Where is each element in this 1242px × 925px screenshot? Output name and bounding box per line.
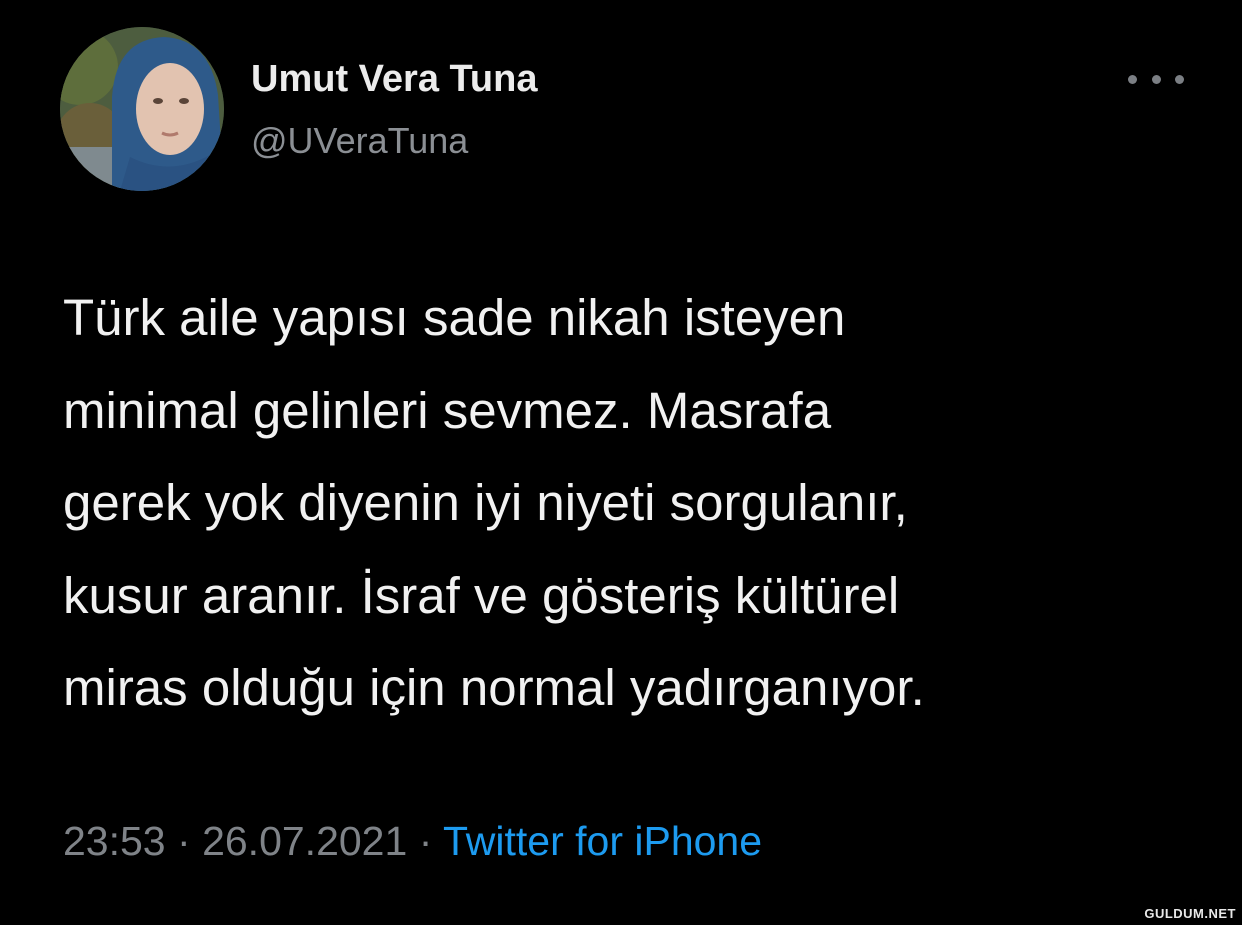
author-handle[interactable]: @UVeraTuna — [251, 120, 468, 162]
avatar[interactable] — [60, 27, 224, 191]
more-dot — [1151, 74, 1161, 84]
meta-separator: · — [177, 818, 191, 864]
more-dot — [1175, 74, 1184, 84]
more-dot — [1128, 74, 1137, 84]
tweet-text: Türk aile yapısı sade nikah isteyen mini… — [63, 272, 1183, 735]
tweet-source-link[interactable]: Twitter for iPhone — [443, 818, 762, 864]
tweet-date[interactable]: 26.07.2021 — [202, 818, 407, 864]
watermark: GULDUM.NET — [1144, 906, 1236, 921]
tweet-meta: 23:53 · 26.07.2021 · Twitter for iPhone — [63, 818, 762, 865]
tweet-text-line: Türk aile yapısı sade nikah isteyen — [63, 289, 846, 346]
meta-separator: · — [418, 818, 433, 864]
tweet-text-line: gerek yok diyenin iyi niyeti sorgulanır, — [63, 474, 908, 531]
tweet-text-line: kusur aranır. İsraf ve gösteriş kültürel — [63, 566, 900, 624]
tweet-time[interactable]: 23:53 — [63, 818, 166, 864]
more-options-icon[interactable] — [1128, 64, 1184, 94]
author-display-name[interactable]: Umut Vera Tuna — [251, 58, 537, 101]
profile-photo-icon — [60, 27, 224, 191]
tweet-text-line: miras olduğu için normal yadırganıyor. — [63, 659, 925, 716]
tweet-text-line: minimal gelinleri sevmez. Masrafa — [63, 381, 832, 439]
